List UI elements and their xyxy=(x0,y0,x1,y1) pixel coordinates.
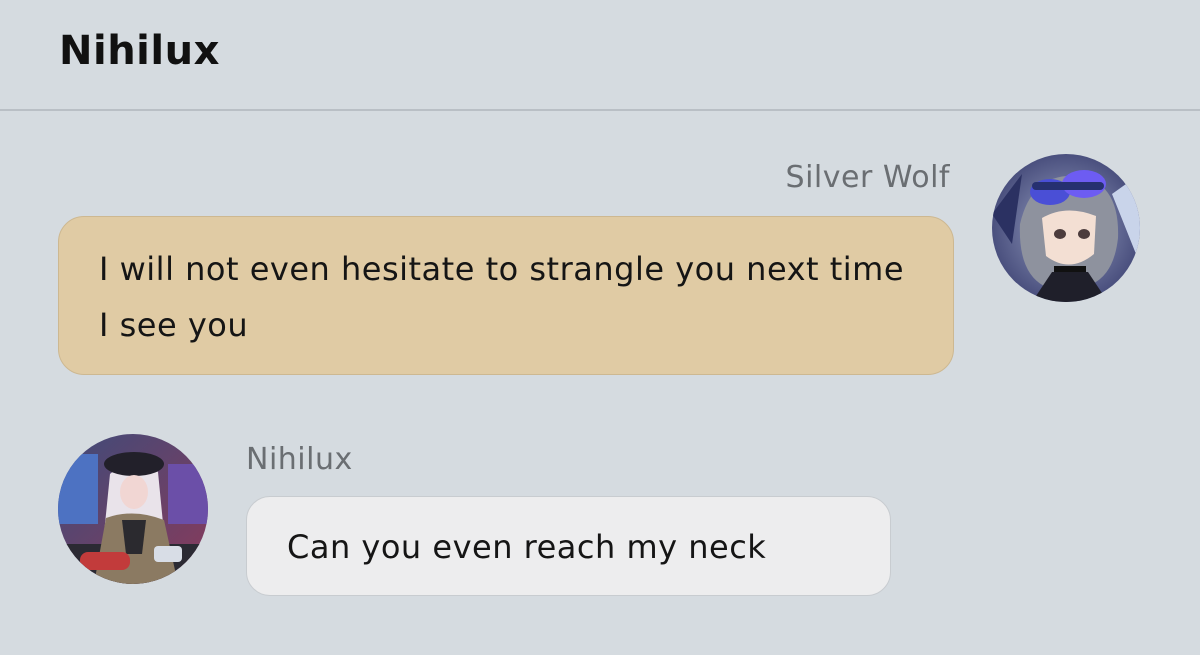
sender-name: Silver Wolf xyxy=(785,160,950,195)
message-bubble-incoming[interactable]: Can you even reach my neck xyxy=(246,496,891,596)
message-bubble-outgoing[interactable]: I will not even hesitate to strangle you… xyxy=(58,216,954,375)
chat-title: Nihilux xyxy=(59,28,220,74)
chat-header: Nihilux xyxy=(0,0,1200,111)
nihilux-avatar-icon xyxy=(58,434,208,584)
sender-name: Nihilux xyxy=(246,442,353,477)
silver-wolf-avatar-icon xyxy=(992,154,1140,302)
avatar[interactable] xyxy=(58,434,208,584)
avatar[interactable] xyxy=(992,154,1140,302)
